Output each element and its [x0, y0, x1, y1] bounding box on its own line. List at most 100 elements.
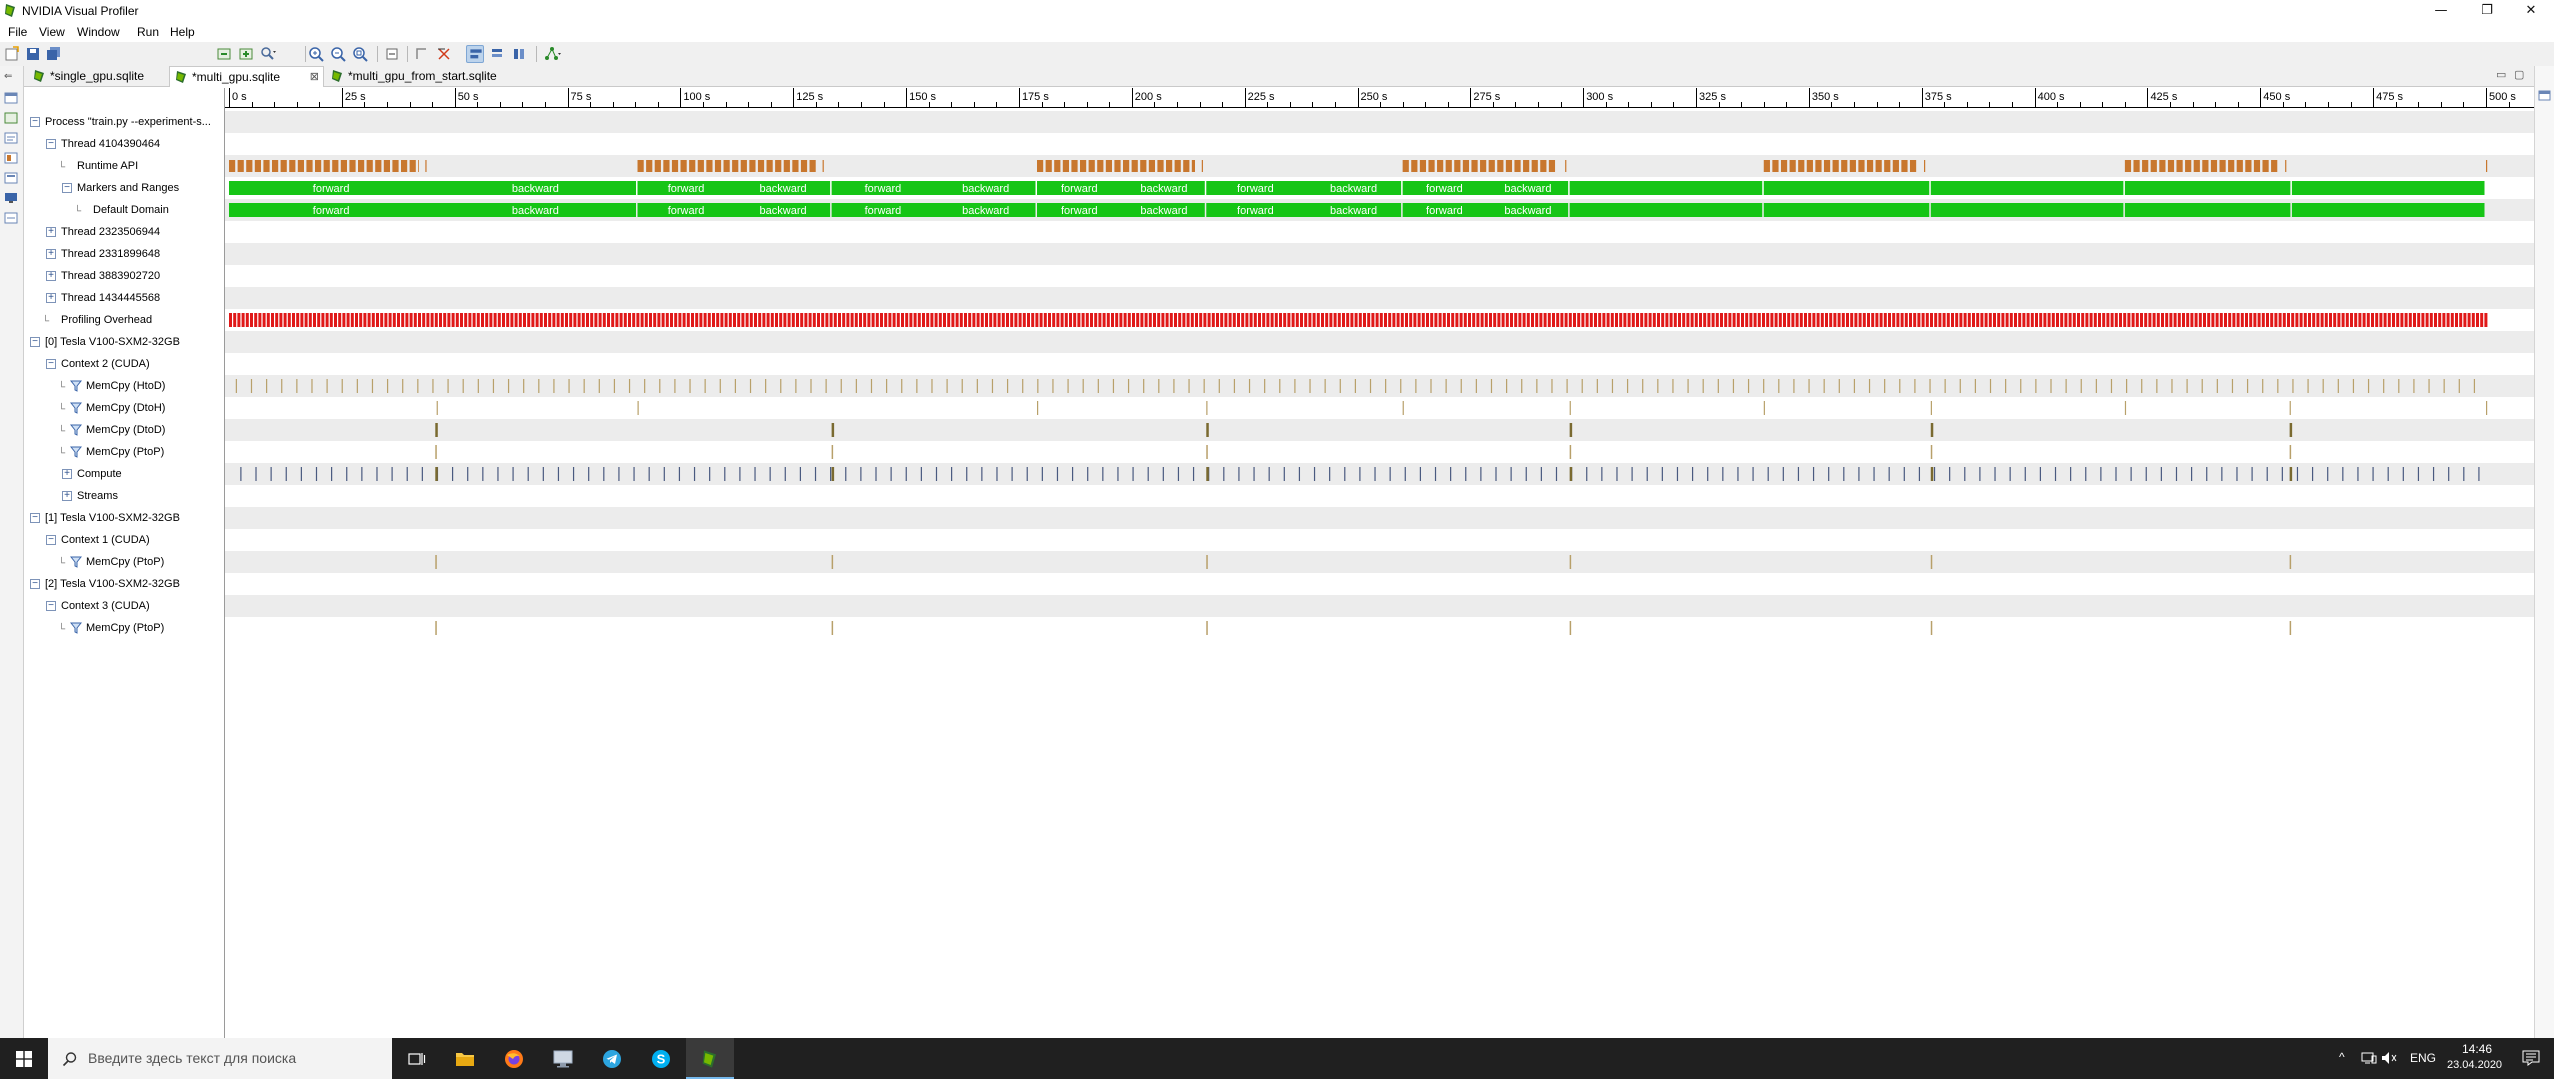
- profiling-overhead-mark[interactable]: [1186, 313, 1190, 327]
- compute-kernel-mark[interactable]: [2236, 467, 2238, 481]
- profiling-overhead-mark[interactable]: [468, 313, 472, 327]
- profiling-overhead-mark[interactable]: [1321, 313, 1324, 327]
- compute-kernel-mark[interactable]: [1555, 467, 1558, 481]
- memcpy-htod-mark[interactable]: [1944, 379, 1946, 393]
- profiling-overhead-mark[interactable]: [2446, 313, 2450, 327]
- profiling-overhead-mark[interactable]: [758, 313, 762, 327]
- profiling-overhead-mark[interactable]: [2312, 313, 2316, 327]
- profiling-overhead-mark[interactable]: [1434, 313, 1438, 327]
- maximize-editor-icon[interactable]: ▢: [2514, 68, 2524, 81]
- profiling-overhead-mark[interactable]: [569, 313, 573, 327]
- memcpy-htod-mark[interactable]: [1369, 379, 1372, 393]
- profiling-overhead-mark[interactable]: [1577, 313, 1581, 327]
- profiling-overhead-mark[interactable]: [502, 313, 505, 327]
- profiling-overhead-mark[interactable]: [2110, 313, 2114, 327]
- profiling-overhead-mark[interactable]: [1661, 313, 1665, 327]
- runtime-api-call[interactable]: [654, 160, 661, 172]
- profiling-overhead-mark[interactable]: [615, 313, 619, 327]
- profiling-overhead-mark[interactable]: [1854, 313, 1858, 327]
- memcpy-htod-mark[interactable]: [1747, 379, 1750, 393]
- timeline-mode-2-icon[interactable]: [488, 45, 506, 63]
- profiling-overhead-mark[interactable]: [1400, 313, 1404, 327]
- profiling-overhead-mark[interactable]: [1959, 313, 1963, 327]
- runtime-api-call[interactable]: [757, 160, 765, 172]
- tree-row[interactable]: └ MemCpy (PtoP): [24, 617, 225, 639]
- profiling-overhead-mark[interactable]: [2463, 313, 2467, 327]
- profiling-overhead-mark[interactable]: [678, 313, 682, 327]
- profiling-overhead-mark[interactable]: [1711, 313, 1715, 327]
- profiling-overhead-mark[interactable]: [2043, 313, 2047, 327]
- profiling-overhead-mark[interactable]: [640, 313, 644, 327]
- profiling-overhead-mark[interactable]: [943, 313, 946, 327]
- profiling-overhead-mark[interactable]: [1316, 313, 1320, 327]
- profiling-overhead-mark[interactable]: [1526, 313, 1530, 327]
- profiling-overhead-mark[interactable]: [497, 313, 501, 327]
- compute-kernel-mark[interactable]: [1964, 467, 1966, 481]
- profiling-overhead-mark[interactable]: [1161, 313, 1165, 327]
- profiling-overhead-mark[interactable]: [938, 313, 942, 327]
- flow-icon[interactable]: [413, 45, 431, 63]
- profiling-overhead-mark[interactable]: [1774, 313, 1778, 327]
- profiling-overhead-mark[interactable]: [1770, 313, 1774, 327]
- profiling-overhead-mark[interactable]: [1178, 313, 1182, 327]
- runtime-api-call[interactable]: [1514, 160, 1521, 172]
- profiling-overhead-mark[interactable]: [1543, 313, 1547, 327]
- runtime-api-call[interactable]: [1832, 160, 1839, 172]
- profiling-overhead-mark[interactable]: [2308, 313, 2311, 327]
- compute-kernel-mark[interactable]: [830, 467, 832, 481]
- profiling-overhead-mark[interactable]: [1295, 313, 1299, 327]
- profiling-overhead-mark[interactable]: [329, 313, 333, 327]
- runtime-api-call[interactable]: [1166, 160, 1173, 172]
- profiling-overhead-mark[interactable]: [2287, 313, 2290, 327]
- compute-kernel-mark[interactable]: [1344, 467, 1346, 481]
- profiling-overhead-mark[interactable]: [2165, 313, 2169, 327]
- profiling-overhead-mark[interactable]: [1997, 313, 2001, 327]
- expand-icon[interactable]: +: [46, 271, 56, 281]
- profiling-overhead-mark[interactable]: [1211, 313, 1215, 327]
- runtime-api-call[interactable]: [1823, 160, 1831, 172]
- profiling-overhead-mark[interactable]: [2119, 313, 2122, 327]
- runtime-api-call[interactable]: [366, 160, 373, 172]
- compute-kernel-mark[interactable]: [1843, 467, 1845, 481]
- profiling-overhead-mark[interactable]: [884, 313, 888, 327]
- memcpy-htod-mark[interactable]: [326, 379, 328, 393]
- runtime-api-call[interactable]: [1892, 160, 1899, 172]
- memcpy-ptop-mark[interactable]: [435, 445, 437, 459]
- profiling-overhead-mark[interactable]: [1190, 313, 1194, 327]
- profiling-overhead-mark[interactable]: [523, 313, 526, 327]
- compute-kernel-mark[interactable]: [482, 467, 484, 481]
- compute-kernel-mark[interactable]: [1782, 467, 1784, 481]
- profiling-overhead-mark[interactable]: [1274, 313, 1278, 327]
- profiling-overhead-mark[interactable]: [1174, 313, 1177, 327]
- tree-row[interactable]: − Process "train.py --experiment-s...: [24, 111, 225, 133]
- tray-time[interactable]: 14:46: [2462, 1042, 2492, 1056]
- profiling-overhead-mark[interactable]: [1942, 313, 1946, 327]
- runtime-api-call[interactable]: [1123, 160, 1130, 172]
- memcpy-htod-mark[interactable]: [250, 379, 253, 393]
- profiling-overhead-mark[interactable]: [1413, 313, 1417, 327]
- memcpy-htod-mark[interactable]: [1974, 379, 1976, 393]
- timeline-mode-3-icon[interactable]: [510, 45, 528, 63]
- memcpy-htod-mark[interactable]: [1506, 379, 1508, 393]
- compute-sync-mark[interactable]: [2289, 467, 2293, 481]
- profiling-overhead-mark[interactable]: [930, 313, 934, 327]
- profiling-overhead-mark[interactable]: [2030, 313, 2034, 327]
- view-icon-4[interactable]: [4, 152, 18, 164]
- profiling-overhead-mark[interactable]: [2429, 313, 2433, 327]
- profiling-overhead-mark[interactable]: [1846, 313, 1849, 327]
- profiling-overhead-mark[interactable]: [1514, 313, 1518, 327]
- profiling-overhead-mark[interactable]: [2392, 313, 2395, 327]
- compute-kernel-mark[interactable]: [1480, 467, 1482, 481]
- tab-multi-gpu-from-start[interactable]: *multi_gpu_from_start.sqlite: [326, 66, 526, 87]
- tree-row[interactable]: + Streams: [24, 485, 225, 507]
- compute-kernel-mark[interactable]: [2160, 467, 2162, 481]
- runtime-api-call[interactable]: [1884, 160, 1891, 172]
- compute-kernel-mark[interactable]: [966, 467, 968, 481]
- profiling-overhead-mark[interactable]: [1585, 313, 1589, 327]
- profiling-overhead-mark[interactable]: [2186, 313, 2190, 327]
- runtime-api-call[interactable]: [1763, 160, 1770, 172]
- memcpy-htod-mark[interactable]: [2126, 379, 2128, 393]
- runtime-api-call[interactable]: [1428, 160, 1435, 172]
- profiling-overhead-mark[interactable]: [2064, 313, 2068, 327]
- memcpy-htod-mark[interactable]: [1460, 379, 1462, 393]
